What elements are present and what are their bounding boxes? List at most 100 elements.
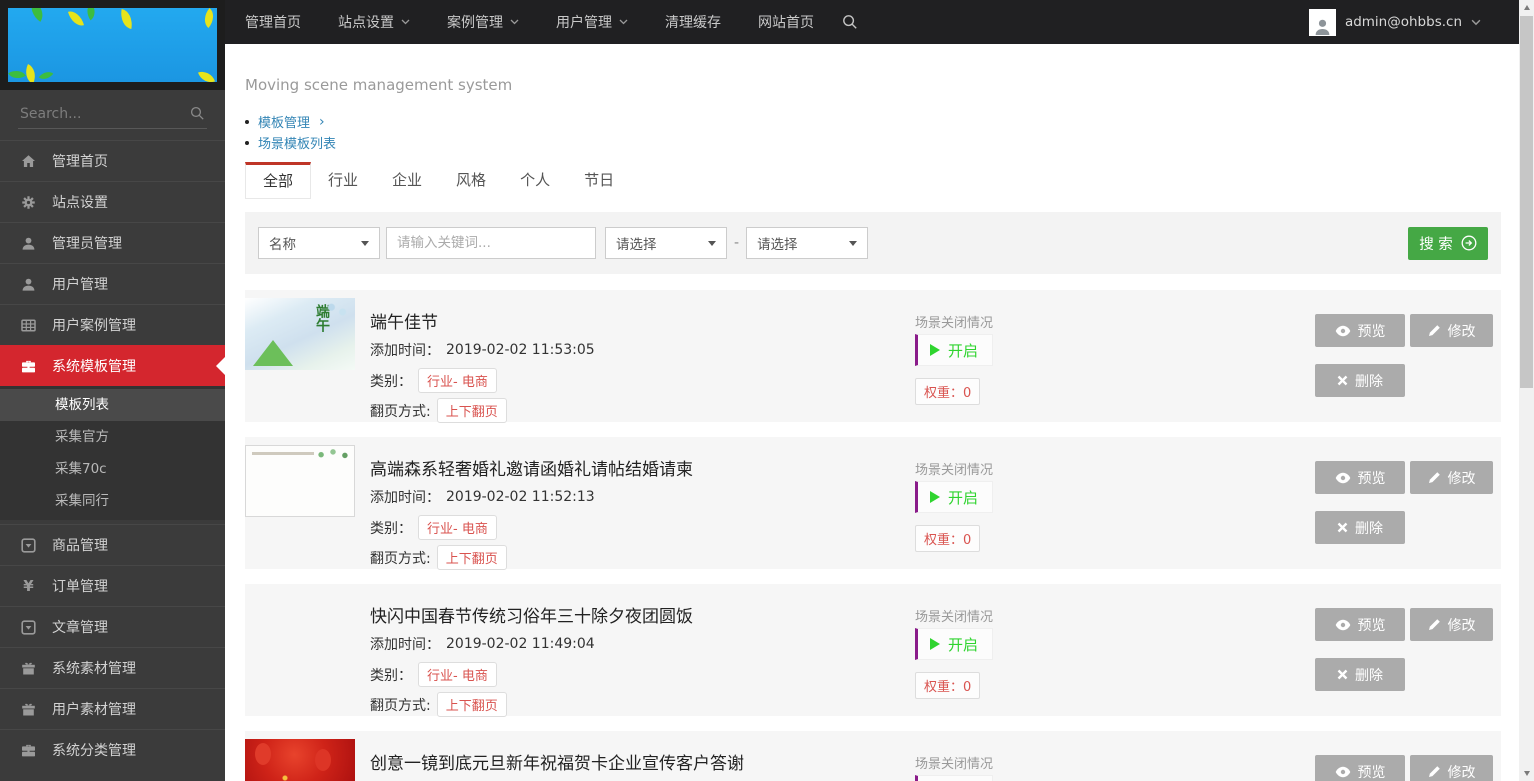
tab-personal[interactable]: 个人 xyxy=(503,162,567,199)
sidebar-item-system-templates[interactable]: 系统模板管理 xyxy=(0,345,225,386)
chevron-down-icon xyxy=(401,19,410,25)
template-thumbnail[interactable] xyxy=(245,739,355,781)
leaf-decoration xyxy=(68,8,84,29)
scene-status-label: 场景关闭情况 xyxy=(915,757,994,772)
submenu-item-collect-official[interactable]: 采集官方 xyxy=(0,421,225,453)
page-title: Moving scene management system xyxy=(245,76,513,94)
edit-button[interactable]: 修改 xyxy=(1410,461,1493,494)
nav-item-admin-home[interactable]: 管理首页 xyxy=(245,12,301,32)
delete-label: 删除 xyxy=(1355,667,1383,684)
submenu-item-collect-70c[interactable]: 采集70c xyxy=(0,453,225,485)
preview-button[interactable]: 预览 xyxy=(1315,314,1405,347)
sidebar-item-administrators[interactable]: 管理员管理 xyxy=(0,222,225,263)
delete-button[interactable]: 删除 xyxy=(1315,511,1405,544)
pencil-icon xyxy=(1428,472,1440,483)
select-arrow-icon xyxy=(849,240,858,246)
delete-button[interactable]: 删除 xyxy=(1315,658,1405,691)
template-list: 端午 端午佳节 添加时间： 2019-02-02 11:53:05 类别： 行业… xyxy=(245,290,1501,781)
chevron-down-icon[interactable] xyxy=(1471,19,1481,26)
sidebar-item-label: 系统素材管理 xyxy=(52,661,136,677)
briefcase-icon xyxy=(20,743,37,758)
sidebar-item-label: 管理首页 xyxy=(52,154,108,170)
submenu-item-collect-peers[interactable]: 采集同行 xyxy=(0,485,225,517)
play-icon xyxy=(930,638,940,650)
sidebar-item-label: 站点设置 xyxy=(52,195,108,211)
template-title: 快闪中国春节传统习俗年三十除夕夜团圆饭 xyxy=(370,607,693,627)
x-icon xyxy=(1337,669,1348,680)
filter-bar: 名称 请选择 - 请选择 搜 索 xyxy=(245,212,1501,274)
sidebar-search-input[interactable] xyxy=(18,99,207,129)
scene-status-toggle[interactable]: 开启 xyxy=(915,775,994,781)
scrollbar-thumb[interactable] xyxy=(1520,16,1533,388)
sidebar-item-system-assets[interactable]: 系统素材管理 xyxy=(0,647,225,688)
scene-status-toggle[interactable]: 开启 xyxy=(915,334,994,366)
sidebar-item-user-cases[interactable]: 用户案例管理 xyxy=(0,304,225,345)
eye-icon xyxy=(1335,766,1350,777)
sidebar-item-site-settings[interactable]: 站点设置 xyxy=(0,181,225,222)
breadcrumb-line: 模板管理 › xyxy=(245,111,1501,132)
tab-style[interactable]: 风格 xyxy=(439,162,503,199)
scene-status-toggle[interactable]: 开启 xyxy=(915,481,994,513)
field-select[interactable]: 名称 xyxy=(258,227,380,259)
edit-button[interactable]: 修改 xyxy=(1410,608,1493,641)
weight-label: 权重： xyxy=(924,680,964,695)
category-row: 类别： 行业- 电商 xyxy=(370,515,497,540)
edit-button[interactable]: 修改 xyxy=(1410,314,1493,347)
edit-button[interactable]: 修改 xyxy=(1410,755,1493,781)
tab-festival[interactable]: 节日 xyxy=(567,162,631,199)
sidebar-item-admin-home[interactable]: 管理首页 xyxy=(0,140,225,181)
logo-image[interactable] xyxy=(8,8,217,82)
sidebar-menu-lower: 商品管理 ¥ 订单管理 文章管理 系统素材管理 用户素材管理 系统分类管理 xyxy=(0,524,225,770)
nav-item-user-management[interactable]: 用户管理 xyxy=(556,12,628,32)
flip-tag: 上下翻页 xyxy=(436,692,507,717)
range-separator: - xyxy=(734,235,740,251)
delete-button[interactable]: 删除 xyxy=(1315,364,1405,397)
tab-enterprise[interactable]: 企业 xyxy=(375,162,439,199)
tab-all[interactable]: 全部 xyxy=(245,162,312,199)
breadcrumb: 模板管理 › 场景模板列表 xyxy=(245,111,1501,153)
submenu-item-template-list[interactable]: 模板列表 xyxy=(0,389,225,421)
active-item-notch xyxy=(216,357,225,375)
sidebar-item-orders[interactable]: ¥ 订单管理 xyxy=(0,565,225,606)
template-thumbnail[interactable] xyxy=(245,445,355,517)
user-menu[interactable]: admin@ohbbs.cn xyxy=(1308,8,1481,36)
leaf-decoration xyxy=(25,8,49,22)
preview-button[interactable]: 预览 xyxy=(1315,608,1405,641)
scrollbar[interactable] xyxy=(1519,0,1534,781)
scroll-up-arrow-icon[interactable] xyxy=(1519,0,1534,15)
scroll-down-arrow-icon[interactable] xyxy=(1519,766,1534,781)
sidebar-item-articles[interactable]: 文章管理 xyxy=(0,606,225,647)
breadcrumb-line: 场景模板列表 xyxy=(245,132,1501,153)
search-icon[interactable] xyxy=(190,106,205,125)
category-select[interactable]: 请选择 xyxy=(605,227,727,259)
breadcrumb-link-scene-template-list[interactable]: 场景模板列表 xyxy=(258,133,336,152)
thumbnail-calligraphy-text: 端午 xyxy=(314,304,330,332)
added-label: 添加时间： xyxy=(370,637,440,653)
sidebar-item-label: 订单管理 xyxy=(52,579,108,595)
topbar-search-button[interactable] xyxy=(842,14,858,30)
select-arrow-icon xyxy=(361,240,369,246)
nav-item-site-home[interactable]: 网站首页 xyxy=(758,12,814,32)
weight-label: 权重： xyxy=(924,386,964,401)
nav-item-clear-cache[interactable]: 清理缓存 xyxy=(665,12,721,32)
sidebar-item-users[interactable]: 用户管理 xyxy=(0,263,225,304)
template-title: 端午佳节 xyxy=(370,313,438,333)
sidebar-item-user-assets[interactable]: 用户素材管理 xyxy=(0,688,225,729)
search-button[interactable]: 搜 索 xyxy=(1408,226,1488,260)
nav-item-case-management[interactable]: 案例管理 xyxy=(447,12,519,32)
preview-button[interactable]: 预览 xyxy=(1315,755,1405,781)
tab-industry[interactable]: 行业 xyxy=(311,162,375,199)
breadcrumb-link-template-management[interactable]: 模板管理 xyxy=(258,112,310,131)
subcategory-select[interactable]: 请选择 xyxy=(746,227,869,259)
sidebar-item-system-categories[interactable]: 系统分类管理 xyxy=(0,729,225,770)
template-title: 创意一镜到底元旦新年祝福贺卡企业宣传客户答谢 xyxy=(370,754,744,774)
preview-button[interactable]: 预览 xyxy=(1315,461,1405,494)
keyword-input[interactable] xyxy=(386,227,596,259)
chevron-down-icon xyxy=(510,19,519,25)
nav-item-site-settings[interactable]: 站点设置 xyxy=(338,12,410,32)
scene-status-toggle[interactable]: 开启 xyxy=(915,628,994,660)
preview-label: 预览 xyxy=(1357,764,1386,781)
flip-mode-row: 翻页方式: 上下翻页 xyxy=(370,545,507,570)
template-thumbnail[interactable]: 端午 xyxy=(245,298,355,370)
sidebar-item-products[interactable]: 商品管理 xyxy=(0,524,225,565)
